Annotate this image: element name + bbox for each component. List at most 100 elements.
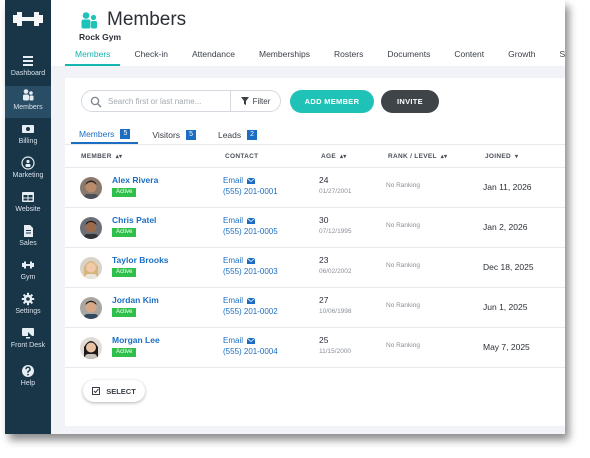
member-name[interactable]: Jordan Kim — [112, 295, 159, 305]
status-badge: Active — [112, 268, 137, 277]
tab-documents[interactable]: Documents — [377, 44, 440, 66]
table-row[interactable]: Alex Rivera Active Email (555) 201-0001 … — [65, 168, 565, 208]
email-label: Email — [223, 336, 244, 345]
table-row[interactable]: Chris Patel Active Email (555) 201-0005 … — [65, 208, 565, 248]
table-header: MEMBER ▴▾ CONTACT AGE ▴▾ RANK / LEVEL ▴▾… — [65, 144, 565, 168]
avatar[interactable] — [80, 257, 102, 279]
members-icon — [21, 88, 35, 102]
status-badge: Active — [112, 348, 137, 357]
tab-memberships[interactable]: Memberships — [249, 44, 320, 66]
column-header-age[interactable]: AGE ▴▾ — [321, 153, 347, 160]
table-row[interactable]: Taylor Brooks Active Email (555) 201-000… — [65, 248, 565, 288]
column-header-joined[interactable]: JOINED ▾ — [485, 153, 518, 160]
member-name[interactable]: Taylor Brooks — [112, 255, 169, 265]
joined-date: Jun 1, 2025 — [483, 302, 528, 312]
tab-growth[interactable]: Growth — [498, 44, 545, 66]
search-input[interactable] — [108, 96, 234, 106]
phone-link[interactable]: (555) 201-0001 — [223, 187, 278, 196]
member-age: 30 — [319, 215, 329, 225]
joined-date: May 7, 2025 — [483, 342, 530, 352]
front-desk-icon — [21, 326, 35, 340]
table-row[interactable]: Morgan Lee Active Email (555) 201-0004 2… — [65, 328, 565, 368]
tab-rosters[interactable]: Rosters — [324, 44, 373, 66]
members-icon — [79, 11, 99, 29]
tab-members[interactable]: Members — [65, 44, 121, 66]
help-icon — [21, 364, 35, 378]
add-member-button[interactable]: ADD MEMBER — [290, 90, 374, 113]
rank-level: No Ranking — [386, 342, 420, 349]
email-link[interactable]: Email — [223, 336, 256, 345]
sidebar-item-website[interactable]: Website — [5, 188, 51, 220]
phone-link[interactable]: (555) 201-0002 — [223, 307, 278, 316]
avatar[interactable] — [80, 337, 102, 359]
subtab-label: Visitors — [152, 130, 181, 140]
member-name[interactable]: Alex Rivera — [112, 175, 158, 185]
column-header-member[interactable]: MEMBER ▴▾ — [81, 153, 122, 160]
joined-date: Dec 18, 2025 — [483, 262, 534, 272]
envelope-icon — [247, 177, 256, 184]
member-name[interactable]: Chris Patel — [112, 215, 156, 225]
count-badge: 5 — [120, 129, 131, 139]
sidebar-item-dashboard[interactable]: Dashboard — [5, 52, 51, 84]
birth-date: 11/15/2000 — [319, 348, 352, 355]
sidebar-item-label: Settings — [15, 308, 41, 315]
select-button[interactable]: SELECT — [83, 380, 145, 402]
sidebar: Dashboard Members Billing Marketing Webs — [5, 0, 51, 434]
rank-level: No Ranking — [386, 222, 420, 229]
tab-attendance[interactable]: Attendance — [182, 44, 245, 66]
email-link[interactable]: Email — [223, 176, 256, 185]
invite-button[interactable]: INVITE — [381, 90, 439, 113]
member-name[interactable]: Morgan Lee — [112, 335, 160, 345]
sidebar-item-settings[interactable]: Settings — [5, 290, 51, 322]
avatar[interactable] — [80, 297, 102, 319]
rank-level: No Ranking — [386, 182, 420, 189]
filter-button[interactable]: Filter — [230, 91, 280, 111]
avatar[interactable] — [80, 177, 102, 199]
sidebar-item-label: Help — [20, 380, 36, 387]
members-card: Filter ADD MEMBER INVITE Members 5 Visit… — [65, 78, 565, 426]
avatar[interactable] — [80, 217, 102, 239]
status-badge: Active — [112, 228, 137, 237]
sidebar-item-front-desk[interactable]: Front Desk — [5, 324, 51, 356]
subtab-leads[interactable]: Leads 2 — [210, 126, 265, 144]
main-area: Members Rock Gym Members Check-in Attend… — [51, 0, 565, 434]
envelope-icon — [247, 297, 256, 304]
sidebar-item-label: Front Desk — [10, 342, 46, 349]
sidebar-item-label: Marketing — [12, 172, 44, 179]
member-age: 24 — [319, 175, 329, 185]
sidebar-item-members[interactable]: Members — [5, 86, 51, 118]
filter-icon — [240, 97, 249, 105]
rank-level: No Ranking — [386, 302, 420, 309]
joined-date: Jan 11, 2026 — [483, 182, 532, 192]
email-link[interactable]: Email — [223, 256, 256, 265]
sidebar-item-gym[interactable]: Gym — [5, 256, 51, 288]
email-link[interactable]: Email — [223, 216, 256, 225]
search-icon — [90, 95, 102, 108]
sidebar-item-marketing[interactable]: Marketing — [5, 154, 51, 186]
tab-settings[interactable]: Settings — [550, 44, 565, 66]
phone-link[interactable]: (555) 201-0005 — [223, 227, 278, 236]
sidebar-item-billing[interactable]: Billing — [5, 120, 51, 152]
sidebar-item-help[interactable]: Help — [5, 362, 51, 394]
gym-logo[interactable] — [12, 8, 44, 30]
tab-content[interactable]: Content — [444, 44, 494, 66]
tab-check-in[interactable]: Check-in — [124, 44, 178, 66]
joined-date: Jan 2, 2026 — [483, 222, 528, 232]
subtab-visitors[interactable]: Visitors 5 — [144, 126, 204, 144]
sales-icon — [21, 224, 35, 238]
phone-link[interactable]: (555) 201-0003 — [223, 267, 278, 276]
dashboard-icon — [21, 54, 35, 68]
table-row[interactable]: Jordan Kim Active Email (555) 201-0002 2… — [65, 288, 565, 328]
email-link[interactable]: Email — [223, 296, 256, 305]
sidebar-item-sales[interactable]: Sales — [5, 222, 51, 254]
page-title: Members — [107, 9, 187, 30]
count-badge: 2 — [247, 130, 258, 140]
column-header-rank[interactable]: RANK / LEVEL ▴▾ — [388, 153, 447, 160]
status-badge: Active — [112, 308, 137, 317]
search-box: Filter — [81, 90, 281, 112]
phone-link[interactable]: (555) 201-0004 — [223, 347, 278, 356]
gear-icon — [21, 292, 35, 306]
birth-date: 06/02/2002 — [319, 268, 352, 275]
subtab-members[interactable]: Members 5 — [71, 126, 139, 144]
column-label: AGE — [321, 153, 336, 160]
